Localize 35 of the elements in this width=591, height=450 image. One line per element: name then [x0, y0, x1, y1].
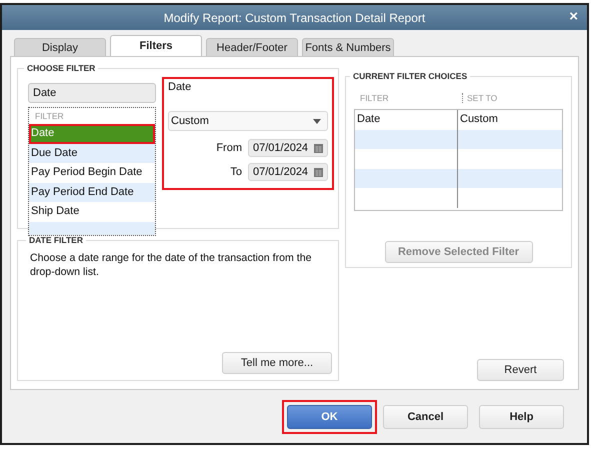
filter-search-field[interactable]: Date — [28, 83, 156, 103]
revert-button[interactable]: Revert — [477, 359, 564, 381]
field-label: From — [216, 142, 242, 154]
table-cell-text: Custom — [459, 112, 499, 127]
dialog-button[interactable]: Cancel — [383, 405, 468, 429]
list-header: FILTER — [34, 110, 65, 123]
date-field[interactable]: 07/01/2024 — [248, 139, 328, 157]
calendar-icon — [314, 144, 323, 152]
dialog-button[interactable]: OK — [287, 405, 372, 429]
filter-title: Date — [168, 81, 192, 93]
filter-list-item[interactable]: Pay Period Begin Date — [29, 163, 155, 182]
tab[interactable]: Header/Footer — [206, 38, 298, 56]
filter-list[interactable]: FILTER Date Due Date Pay Period Begin Date Pay Period End Date Ship Date — [28, 107, 156, 236]
filter-list-item[interactable]: Date — [29, 124, 155, 144]
caret-icon — [313, 118, 321, 124]
tab[interactable]: Fonts & Numbers — [302, 38, 394, 56]
window-title: Modify Report: Custom Transaction Detail Report — [164, 10, 426, 24]
tab[interactable]: Display — [14, 38, 106, 56]
filter-list-item[interactable]: Due Date — [29, 144, 155, 163]
dialog-button[interactable]: Help — [479, 405, 564, 429]
date-field[interactable]: 07/01/2024 — [248, 163, 328, 181]
column-header: SET TO — [462, 93, 563, 103]
tell-me-more-button[interactable]: Tell me more... — [222, 352, 332, 374]
calendar-icon — [314, 168, 323, 176]
help-text: Choose a date range for the date of the transaction from the drop-down list. — [30, 251, 312, 279]
group-heading: DATE FILTER — [28, 235, 84, 245]
tab[interactable]: Filters — [110, 35, 202, 56]
filter-list-item[interactable]: Pay Period End Date — [29, 182, 155, 202]
group-heading: CURRENT FILTER CHOICES — [352, 71, 468, 81]
field-label: To — [230, 166, 242, 178]
group-heading: CHOOSE FILTER — [26, 63, 96, 73]
date-range-dropdown[interactable]: Custom — [168, 111, 328, 131]
column-header: FILTER — [360, 93, 390, 103]
filter-list-item[interactable]: Ship Date — [29, 202, 155, 222]
close-button[interactable]: × — [566, 8, 581, 26]
